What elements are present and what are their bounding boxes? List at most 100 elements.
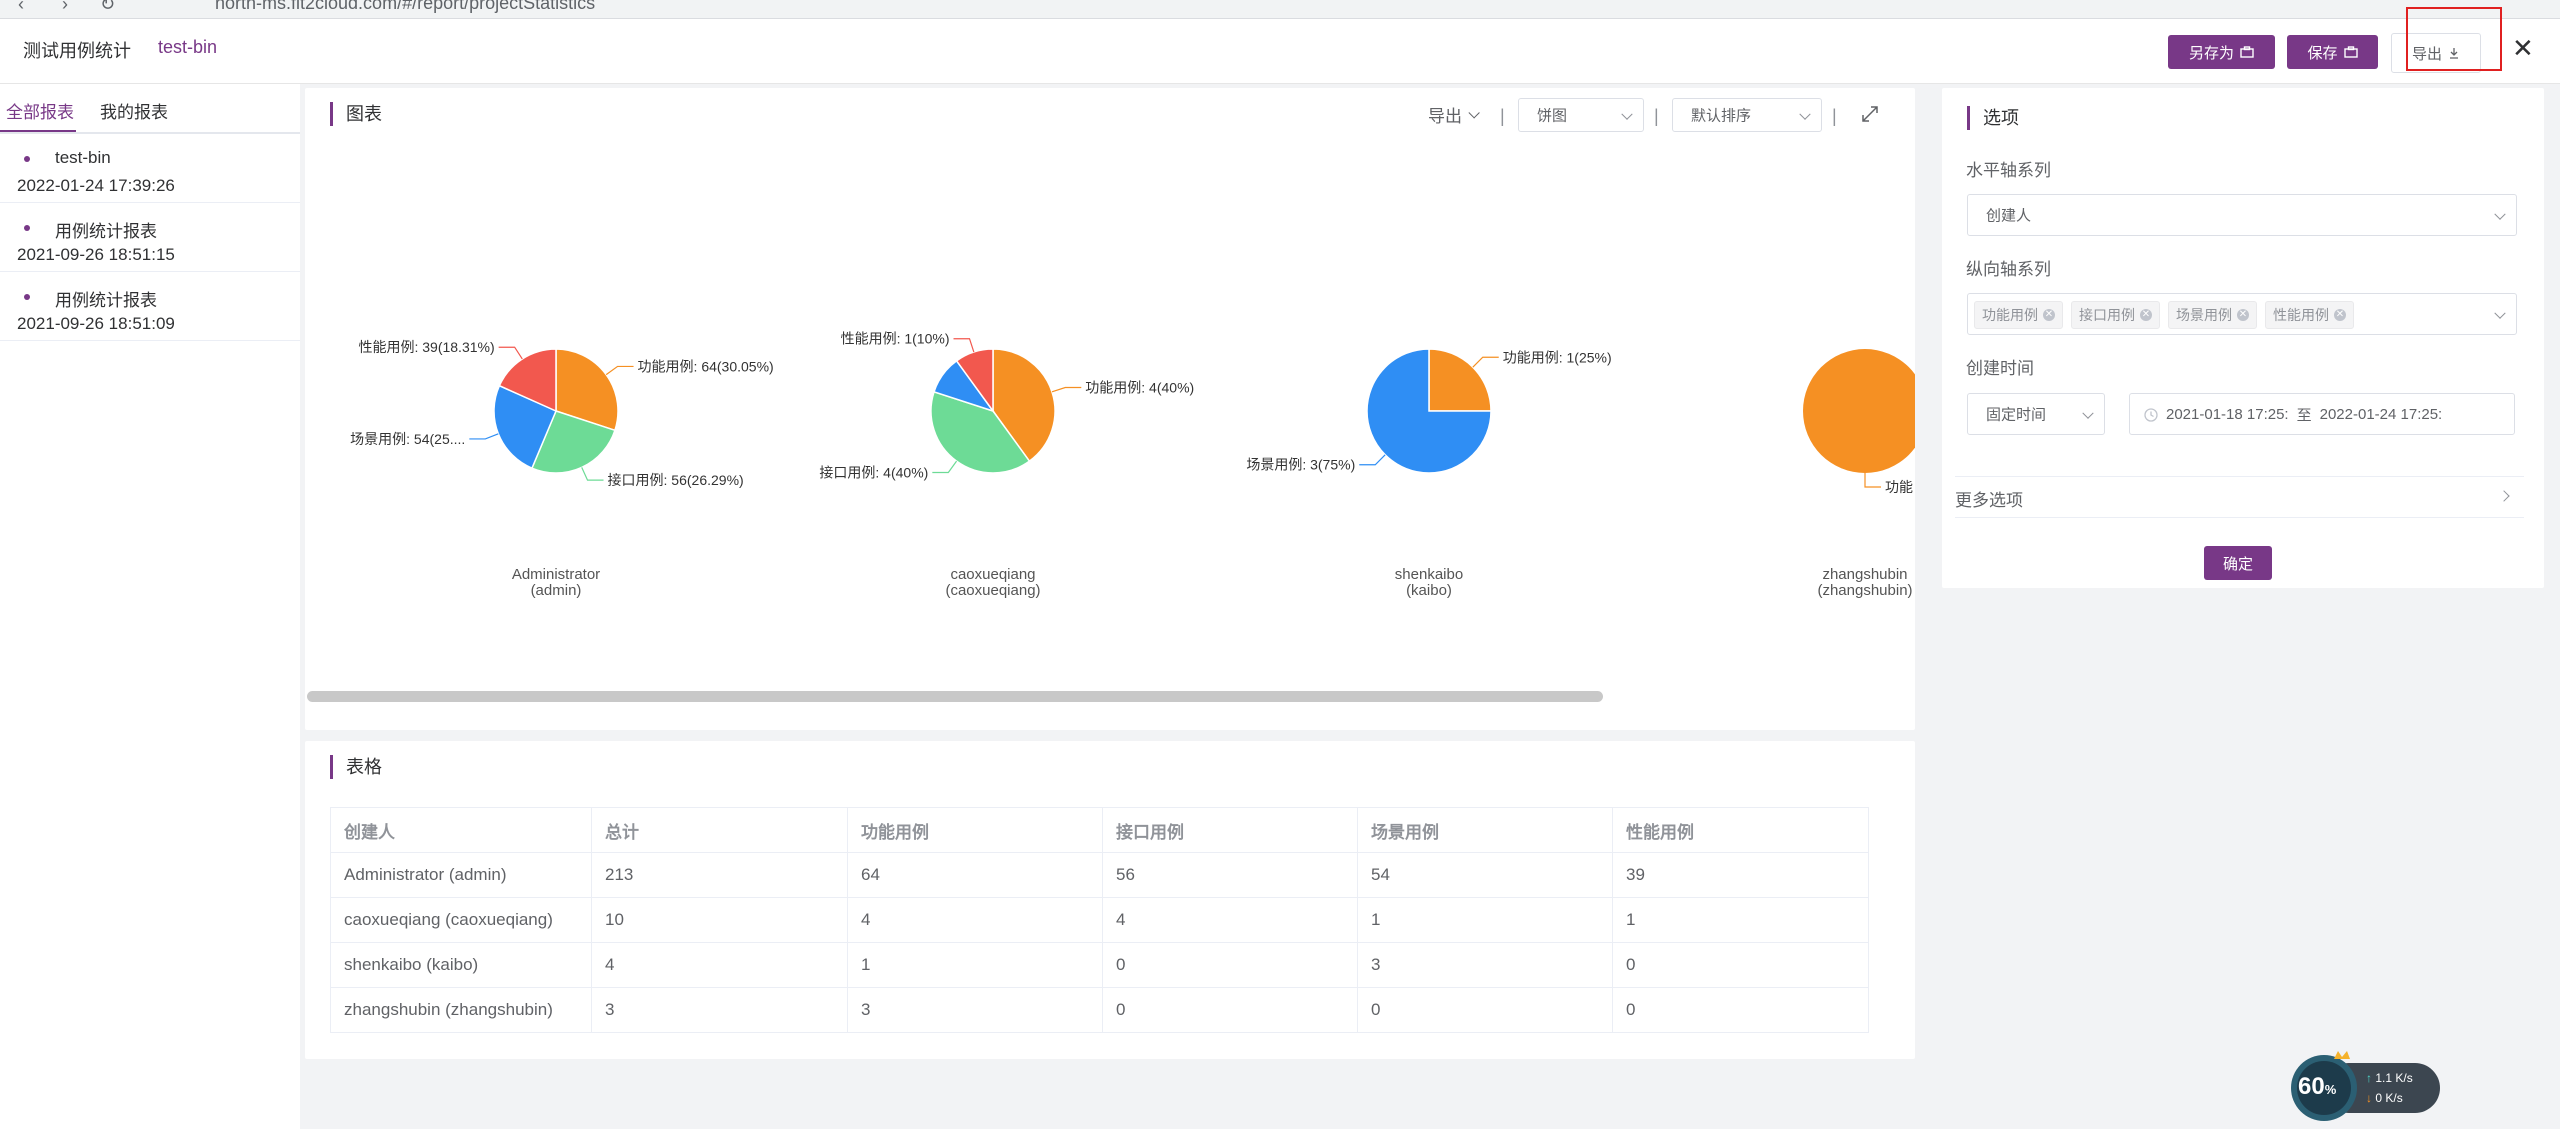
bullet-icon <box>24 294 30 300</box>
tag-close-icon[interactable]: ✕ <box>2237 309 2249 321</box>
forward-icon[interactable]: › <box>62 0 68 15</box>
report-list-item[interactable]: test-bin 2022-01-24 17:39:26 <box>0 134 300 203</box>
bullet-icon <box>24 156 30 162</box>
pie-label-line <box>1359 454 1386 466</box>
table-cell: shenkaibo (kaibo) <box>330 942 592 988</box>
y-axis-multiselect[interactable]: 功能用例 ✕ 接口用例 ✕ 场景用例 ✕ 性能用例 ✕ <box>1967 293 2517 335</box>
report-tabs: 全部报表 我的报表 <box>0 84 300 134</box>
date-end: 2022-01-24 17:25: <box>2319 406 2443 423</box>
column-header: 创建人 <box>330 807 592 853</box>
download-arrow-icon: ↓ <box>2366 1091 2372 1105</box>
y-axis-tags: 功能用例 ✕ 接口用例 ✕ 场景用例 ✕ 性能用例 ✕ <box>1974 301 2362 329</box>
report-list-item[interactable]: 用例统计报表 2021-09-26 18:51:09 <box>0 272 300 341</box>
pie-slice-label: 功能用例: 4(40%) <box>1085 380 1194 396</box>
pie-category-sublabel: (admin) <box>531 582 582 599</box>
export-label: 导出 <box>2411 45 2442 63</box>
table-cell: zhangshubin (zhangshubin) <box>330 987 592 1033</box>
table-cell: 4 <box>1102 897 1358 943</box>
tag-label: 场景用例 <box>2176 307 2232 323</box>
reload-icon[interactable]: ↻ <box>100 0 115 15</box>
address-bar[interactable]: north-ms.fit2cloud.com/#/report/projectS… <box>215 0 595 14</box>
table-header-row: 创建人 总计 功能用例 接口用例 场景用例 性能用例 <box>330 807 1869 853</box>
pie-slice-label: 场景用例: 54(25.... <box>350 431 465 447</box>
page-title: 测试用例统计 <box>23 41 131 61</box>
upload-arrow-icon: ↑ <box>2366 1071 2372 1085</box>
chevron-down-icon <box>2494 307 2506 319</box>
table-cell: 3 <box>1357 942 1613 988</box>
date-range-content: 2021-01-18 17:25: 至 2022-01-24 17:25: <box>2144 404 2442 425</box>
report-list-item[interactable]: 用例统计报表 2021-09-26 18:51:15 <box>0 203 300 272</box>
table-cell: 0 <box>1612 942 1869 988</box>
report-item-name: test-bin <box>55 148 111 167</box>
time-mode-select[interactable]: 固定时间 <box>1967 393 2105 435</box>
date-separator: 至 <box>2296 407 2312 424</box>
y-axis-tag: 功能用例 ✕ <box>1974 301 2063 329</box>
save-as-label: 另存为 <box>2188 44 2234 62</box>
report-item-name: 用例统计报表 <box>55 222 157 241</box>
table-cell: 56 <box>1102 852 1358 898</box>
tab-all-reports[interactable]: 全部报表 <box>6 98 74 123</box>
more-options-label: 更多选项 <box>1955 491 2023 510</box>
tag-label: 性能用例 <box>2273 307 2329 323</box>
page-header: 测试用例统计 test-bin 另存为 保存 导出 ✕ <box>0 19 2560 84</box>
options-section-title: 选项 <box>1967 106 2019 130</box>
chevron-down-icon <box>2082 407 2094 419</box>
table-cell: 213 <box>591 852 848 898</box>
table-cell: 10 <box>591 897 848 943</box>
table-cell: 0 <box>1102 942 1358 988</box>
upload-unit: K/s <box>2395 1071 2413 1085</box>
tag-close-icon[interactable]: ✕ <box>2334 309 2346 321</box>
upload-value: 1.1 <box>2375 1071 2393 1085</box>
table-cell: 0 <box>1612 987 1869 1033</box>
download-unit: K/s <box>2385 1091 2403 1105</box>
pie-label-line <box>605 365 634 376</box>
x-axis-value: 创建人 <box>1986 207 2032 225</box>
chevron-right-icon <box>2498 490 2510 502</box>
table-cell: 3 <box>591 987 848 1033</box>
table-cell: 0 <box>1357 987 1613 1033</box>
back-icon[interactable]: ‹ <box>18 0 24 15</box>
y-axis-label: 纵向轴系列 <box>1966 260 2051 279</box>
date-start: 2021-01-18 17:25: <box>2166 406 2289 423</box>
created-time-label: 创建时间 <box>1966 359 2034 378</box>
more-options-row[interactable]: 更多选项 <box>1955 476 2524 518</box>
pie-slice <box>1803 349 1915 473</box>
y-axis-tag: 场景用例 ✕ <box>2168 301 2257 329</box>
pie-slice-label: 场景用例: 3(75%) <box>1246 457 1355 473</box>
pie-category-label: shenkaibo <box>1395 566 1463 583</box>
pie-category-label: Administrator <box>512 566 600 583</box>
tag-close-icon[interactable]: ✕ <box>2043 309 2055 321</box>
column-header: 场景用例 <box>1357 807 1613 853</box>
table-row: Administrator (admin) 213 64 56 54 39 <box>330 852 1869 898</box>
save-as-button[interactable]: 另存为 <box>2168 35 2275 69</box>
pie-label-line <box>1472 356 1499 368</box>
network-speed-widget[interactable]: 60% ↑ 1.1 K/s ↓ 0 K/s <box>2284 1045 2444 1121</box>
tag-label: 接口用例 <box>2079 307 2135 323</box>
chevron-down-icon <box>2494 208 2506 220</box>
pie-label-line <box>581 467 604 481</box>
pie-category-label: caoxueqiang <box>950 566 1035 583</box>
download-icon <box>2450 48 2458 59</box>
save-label: 保存 <box>2307 44 2338 62</box>
active-tab-indicator <box>0 130 76 132</box>
tag-close-icon[interactable]: ✕ <box>2140 309 2152 321</box>
close-icon[interactable]: ✕ <box>2512 33 2534 64</box>
date-range-picker[interactable]: 2021-01-18 17:25: 至 2022-01-24 17:25: <box>2129 393 2515 435</box>
x-axis-select[interactable]: 创建人 <box>1967 194 2517 236</box>
pie-label-line <box>1051 386 1082 393</box>
chart-horizontal-scrollbar[interactable] <box>307 691 1603 702</box>
table-cell: 3 <box>847 987 1103 1033</box>
confirm-button[interactable]: 确定 <box>2204 546 2272 580</box>
export-button[interactable]: 导出 <box>2391 33 2481 73</box>
tab-my-reports[interactable]: 我的报表 <box>100 98 168 123</box>
x-axis-label: 水平轴系列 <box>1966 161 2051 180</box>
bullet-icon <box>24 225 30 231</box>
save-button[interactable]: 保存 <box>2287 35 2378 69</box>
report-item-time: 2021-09-26 18:51:15 <box>17 245 175 264</box>
briefcase-icon <box>2240 46 2254 58</box>
pie-label-line <box>1864 473 1881 488</box>
pie-category-sublabel: (zhangshubin) <box>1817 582 1912 599</box>
download-speed: ↓ 0 K/s <box>2366 1091 2403 1105</box>
report-sidebar: 全部报表 我的报表 test-bin 2022-01-24 17:39:26 用… <box>0 84 300 1129</box>
table-cell: 39 <box>1612 852 1869 898</box>
